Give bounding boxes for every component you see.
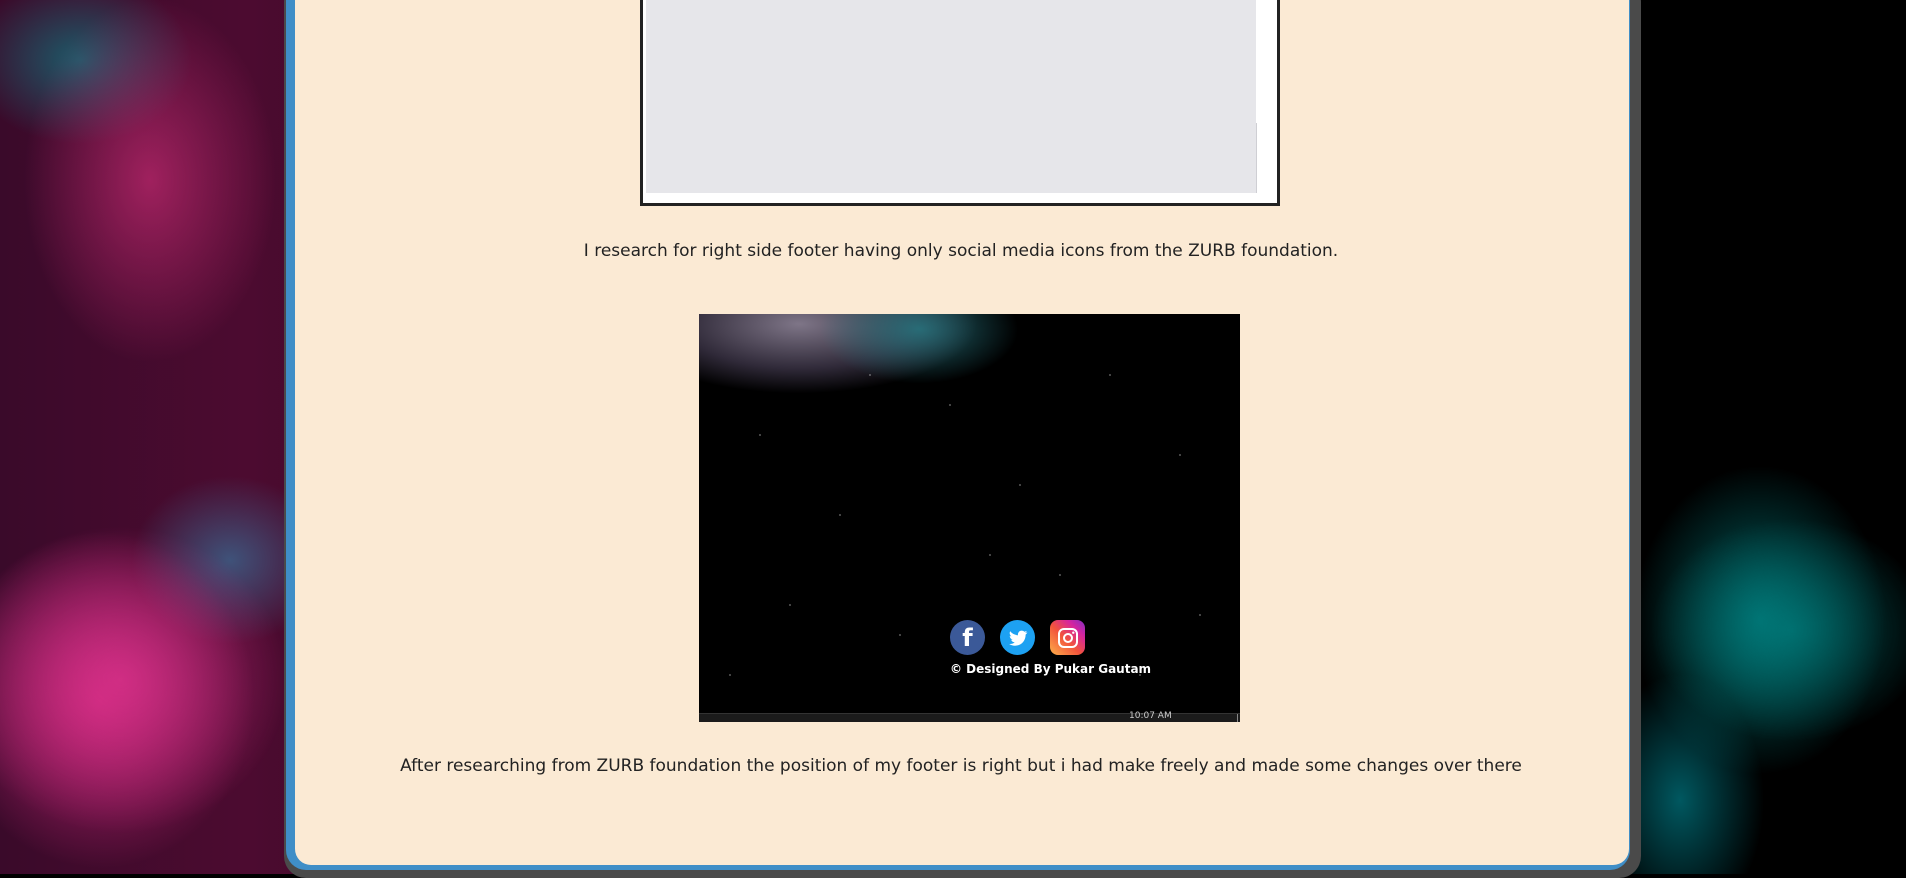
footer-credit: © Designed By Pukar Gautam: [950, 662, 1152, 676]
screenshot-1-divider: [1256, 123, 1257, 193]
screenshot-2-smoke-teal: [819, 314, 1019, 384]
social-icons: f: [950, 620, 1085, 655]
taskbar-time: 10:07 AM: [1129, 711, 1172, 721]
instagram-icon: [1050, 620, 1085, 655]
caption-2: After researching from ZURB foundation t…: [400, 756, 1522, 776]
screenshot-1-content: [646, 0, 1256, 193]
screenshot-image-2: f © Designed By Pukar Gautam 10:07 AM: [699, 314, 1240, 722]
taskbar-edge: [1237, 714, 1238, 722]
facebook-icon: f: [950, 620, 985, 655]
screenshot-2-taskbar: 10:07 AM: [699, 711, 1240, 722]
caption-1: I research for right side footer having …: [583, 241, 1339, 261]
screenshot-image-1: [640, 0, 1280, 206]
twitter-icon: [1000, 620, 1035, 655]
